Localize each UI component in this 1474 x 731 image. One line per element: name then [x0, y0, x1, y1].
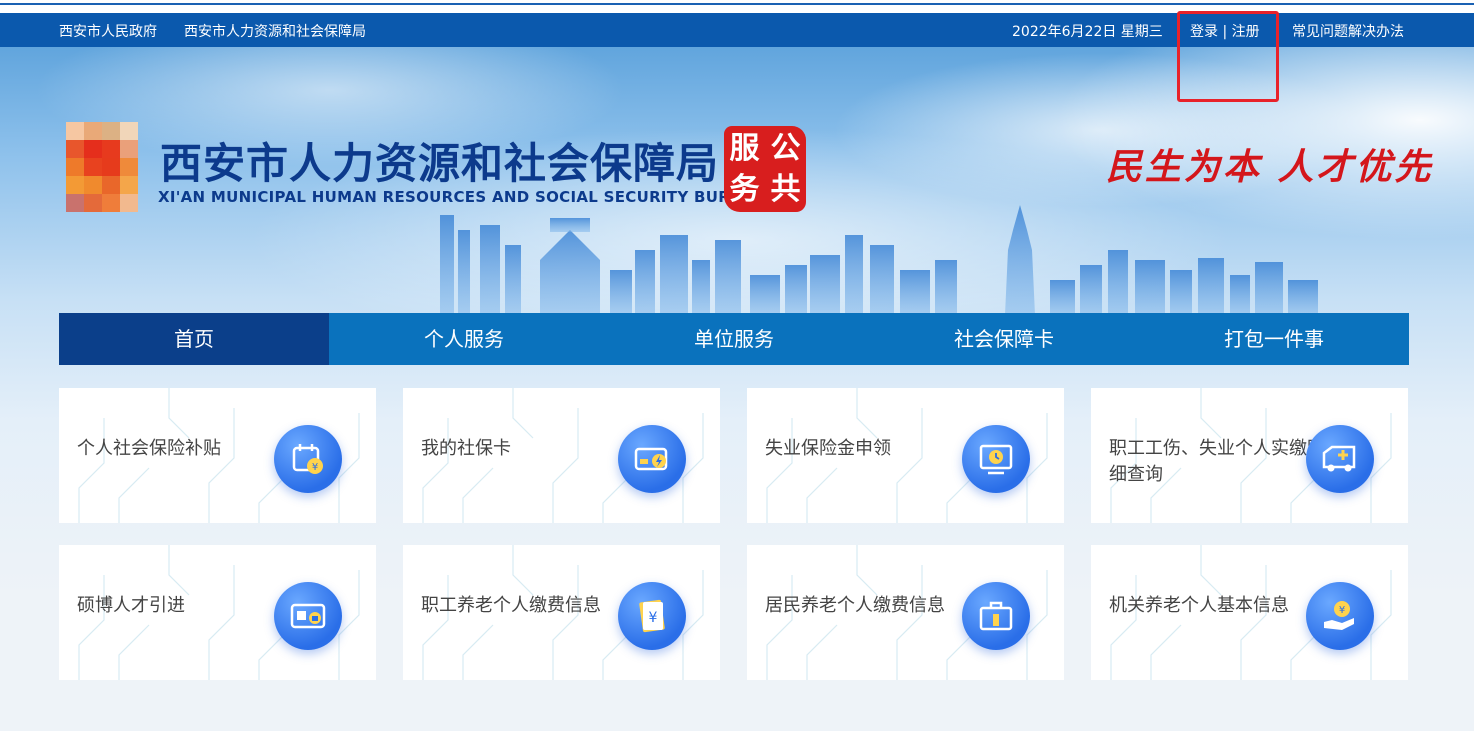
login-highlight-box — [1177, 11, 1279, 102]
nav-personal-services[interactable]: 个人服务 — [329, 313, 599, 365]
date-text: 2022年6月22日 星期三 — [1012, 24, 1163, 40]
hand-coin-icon: ¥ — [1306, 582, 1374, 650]
ambulance-icon — [1306, 425, 1374, 493]
city-skyline-graphic — [440, 205, 1318, 315]
service-card-agency-pension-info[interactable]: 机关养老个人基本信息 ¥ — [1091, 545, 1408, 680]
card-label: 我的社保卡 — [421, 438, 511, 459]
gov-link[interactable]: 西安市人民政府 — [59, 21, 157, 41]
slogan: 民生为本 人才优先 — [1106, 146, 1434, 188]
nav-home[interactable]: 首页 — [59, 313, 329, 365]
bureau-link[interactable]: 西安市人力资源和社会保障局 — [184, 21, 366, 41]
service-card-insurance-subsidy[interactable]: 个人社会保险补贴 ¥ — [59, 388, 376, 523]
card-label: 职工工伤、失业个人实缴明细查询 — [1109, 438, 1325, 485]
seal-char: 服 — [729, 131, 760, 166]
card-label: 个人社会保险补贴 — [77, 438, 221, 459]
card-label: 硕博人才引进 — [77, 595, 185, 616]
svg-text:¥: ¥ — [312, 462, 318, 473]
nav-bundle-services[interactable]: 打包一件事 — [1139, 313, 1409, 365]
seal-char: 公 — [770, 131, 801, 166]
document-yuan-icon: ¥ — [618, 582, 686, 650]
service-card-talent-introduction[interactable]: 硕博人才引进 — [59, 545, 376, 680]
card-label: 职工养老个人缴费信息 — [421, 595, 601, 616]
faq-link[interactable]: 常见问题解决办法 — [1292, 21, 1404, 41]
svg-text:¥: ¥ — [649, 610, 658, 626]
main-nav: 首页 个人服务 单位服务 社会保障卡 打包一件事 — [59, 313, 1409, 365]
briefcase-icon — [962, 582, 1030, 650]
id-card-icon — [274, 582, 342, 650]
svg-text:¥: ¥ — [1339, 605, 1345, 616]
service-card-employee-pension-payment[interactable]: 职工养老个人缴费信息 ¥ — [403, 545, 720, 680]
monitor-clock-icon — [962, 425, 1030, 493]
card-label: 失业保险金申领 — [765, 438, 891, 459]
service-card-unemployment-claim[interactable]: 失业保险金申领 — [747, 388, 1064, 523]
bureau-logo — [66, 122, 138, 212]
nav-social-security-card[interactable]: 社会保障卡 — [869, 313, 1139, 365]
card-lightning-icon — [618, 425, 686, 493]
card-label: 居民养老个人缴费信息 — [765, 595, 945, 616]
service-card-resident-pension-payment[interactable]: 居民养老个人缴费信息 — [747, 545, 1064, 680]
card-label: 机关养老个人基本信息 — [1109, 595, 1289, 616]
service-card-my-ss-card[interactable]: 我的社保卡 — [403, 388, 720, 523]
bureau-title: 西安市人力资源和社会保障局 — [160, 139, 720, 188]
calendar-yuan-icon: ¥ — [274, 425, 342, 493]
service-card-injury-unemployment-query[interactable]: 职工工伤、失业个人实缴明细查询 — [1091, 388, 1408, 523]
nav-employer-services[interactable]: 单位服务 — [599, 313, 869, 365]
